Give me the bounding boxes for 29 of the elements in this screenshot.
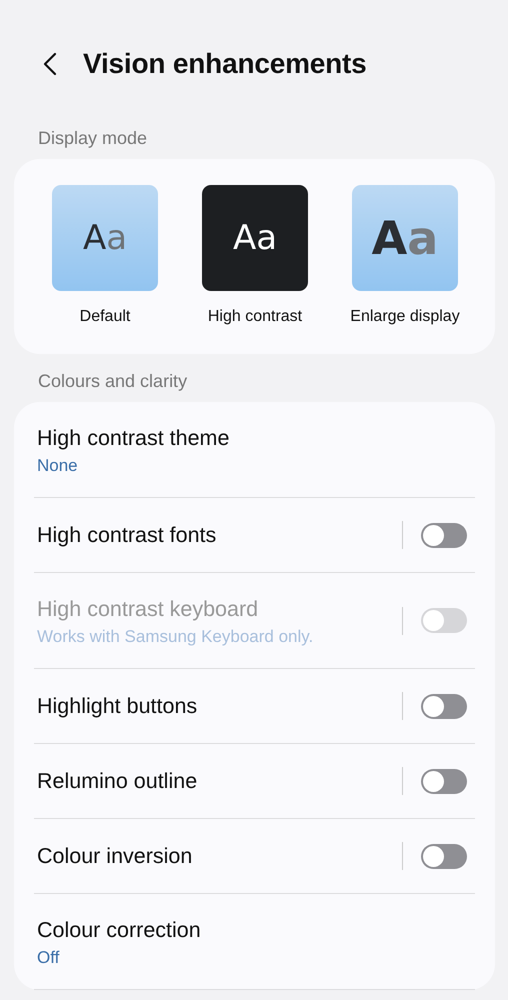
setting-summary: Works with Samsung Keyboard only. xyxy=(37,626,314,646)
toggle-switch[interactable] xyxy=(421,694,467,718)
setting-title: High contrast theme xyxy=(37,424,230,452)
setting-summary: Off xyxy=(37,948,60,968)
setting-row[interactable]: High contrast fonts xyxy=(34,498,475,573)
setting-title: Highlight buttons xyxy=(37,693,198,720)
display-mode-preview[interactable]: Aa xyxy=(352,185,458,291)
option-label: Enlarge display xyxy=(350,308,460,326)
setting-row[interactable]: High contrast theme None xyxy=(34,402,475,498)
display-mode-preview[interactable]: Aa xyxy=(202,185,308,291)
toggle-switch[interactable] xyxy=(421,768,467,794)
display-mode-preview[interactable]: Aa xyxy=(52,185,158,291)
page-title: Vision enhancements xyxy=(83,48,367,80)
section-header: Display mode xyxy=(37,127,148,150)
setting-title: High contrast fonts xyxy=(37,522,218,549)
setting-row[interactable]: Colour inversion xyxy=(34,819,475,894)
setting-row[interactable]: Highlight buttons xyxy=(34,669,475,744)
option-label: Default xyxy=(80,308,130,326)
toggle-switch[interactable] xyxy=(421,522,467,548)
setting-title: Colour correction xyxy=(37,916,202,944)
setting-title: Relumino outline xyxy=(37,768,198,795)
setting-row[interactable]: Colour correction Off xyxy=(34,894,475,990)
setting-row[interactable]: Relumino outline xyxy=(34,744,475,819)
option-label: High contrast xyxy=(208,308,302,326)
toggle-switch[interactable] xyxy=(421,844,467,868)
setting-title: Colour inversion xyxy=(37,843,194,870)
setting-title: High contrast keyboard xyxy=(37,596,260,622)
section-header: Colours and clarity xyxy=(37,370,188,393)
setting-summary: None xyxy=(37,456,79,476)
